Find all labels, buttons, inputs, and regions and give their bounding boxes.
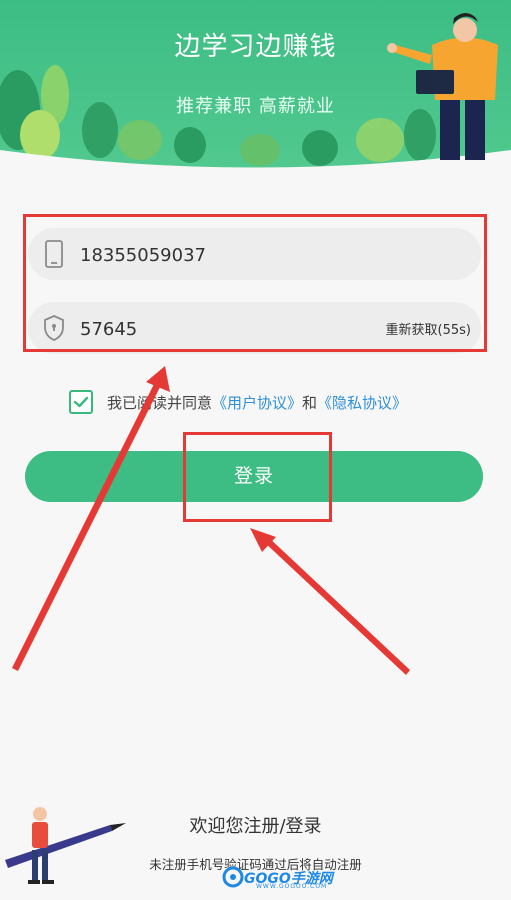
annotation-arrow-up: [12, 366, 170, 671]
annotation-arrows: [12, 366, 410, 675]
annotation-arrow-login: [250, 528, 410, 675]
watermark-logo: GOGO手游网 WWW.GOGOO.COM: [222, 866, 333, 890]
watermark-subtext: WWW.GOGOO.COM: [256, 883, 328, 890]
pencil-person-illustration: [5, 807, 126, 884]
watermark-icon: [222, 866, 244, 888]
